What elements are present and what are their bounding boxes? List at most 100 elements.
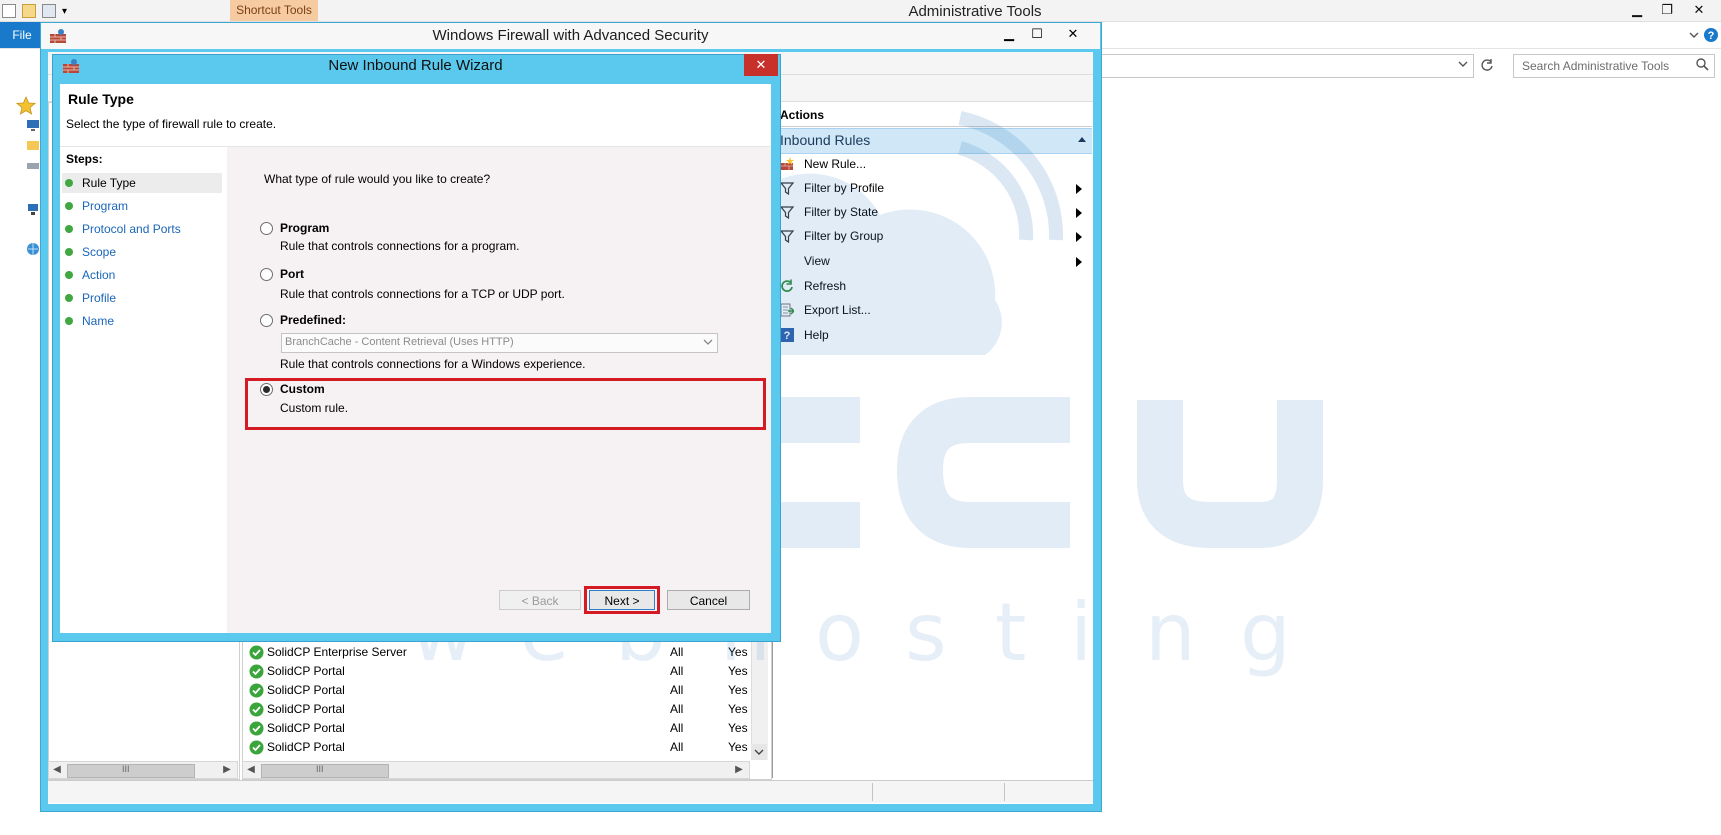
search-icon[interactable] bbox=[1696, 58, 1709, 71]
refresh-icon[interactable] bbox=[1480, 58, 1494, 72]
undo-icon[interactable] bbox=[42, 4, 56, 18]
filter-icon bbox=[780, 206, 794, 219]
address-bar[interactable] bbox=[1095, 54, 1474, 78]
rule-enabled: Yes bbox=[728, 664, 748, 678]
table-row[interactable]: SolidCP Enterprise Server All Yes bbox=[246, 643, 751, 662]
table-row[interactable]: SolidCP Portal All Yes bbox=[246, 719, 751, 738]
table-row[interactable]: SolidCP Portal All Yes bbox=[246, 738, 751, 757]
enabled-check-icon bbox=[249, 702, 264, 717]
step-action[interactable]: Action bbox=[62, 265, 222, 285]
svg-text:?: ? bbox=[1708, 30, 1715, 42]
explorer-close-button[interactable]: ✕ bbox=[1684, 0, 1714, 20]
star-icon[interactable] bbox=[16, 96, 36, 116]
scroll-left-icon[interactable]: ◀ bbox=[49, 762, 65, 778]
action-label: New Rule... bbox=[804, 157, 867, 171]
file-tab[interactable]: File bbox=[0, 22, 44, 48]
svg-text:g: g bbox=[1240, 586, 1291, 679]
firewall-maximize-button[interactable]: ☐ bbox=[1023, 23, 1051, 45]
drive-icon[interactable] bbox=[26, 158, 40, 172]
radio-program[interactable] bbox=[260, 222, 273, 235]
qat-dropdown-icon[interactable]: ▾ bbox=[62, 6, 67, 17]
search-input[interactable]: Search Administrative Tools bbox=[1513, 54, 1715, 78]
next-button-highlight bbox=[584, 586, 660, 614]
rule-profile: All bbox=[670, 721, 684, 735]
action-filter-by-state[interactable]: Filter by State bbox=[776, 201, 1092, 225]
action-refresh[interactable]: Refresh bbox=[776, 275, 1092, 299]
firewall-titlebar: Windows Firewall with Advanced Security … bbox=[41, 23, 1100, 49]
firewall-minimize-button[interactable]: ▁ bbox=[995, 23, 1023, 45]
option-program-title[interactable]: Program bbox=[280, 221, 329, 235]
scroll-right-icon[interactable]: ▶ bbox=[731, 762, 747, 778]
radio-predefined[interactable] bbox=[260, 314, 273, 327]
thumb-grip: III bbox=[122, 764, 130, 774]
wizard-page-title: Rule Type bbox=[68, 91, 134, 107]
option-program-desc: Rule that controls connections for a pro… bbox=[280, 239, 520, 253]
explorer-restore-button[interactable]: ❐ bbox=[1652, 0, 1682, 20]
globe-icon[interactable] bbox=[26, 242, 40, 256]
step-scope[interactable]: Scope bbox=[62, 242, 222, 262]
inbound-rules-section-header[interactable]: Inbound Rules bbox=[776, 128, 1092, 154]
cancel-button[interactable]: Cancel bbox=[667, 590, 750, 610]
chevron-down-icon[interactable] bbox=[703, 339, 713, 346]
help-icon[interactable]: ? bbox=[1703, 27, 1719, 43]
explorer-minimize-button[interactable]: ▁ bbox=[1622, 0, 1652, 20]
radio-port[interactable] bbox=[260, 268, 273, 281]
submenu-arrow-icon bbox=[1076, 232, 1082, 242]
firewall-close-button[interactable]: ✕ bbox=[1053, 23, 1093, 45]
step-profile[interactable]: Profile bbox=[62, 288, 222, 308]
submenu-arrow-icon bbox=[1076, 257, 1082, 267]
option-predefined-desc: Rule that controls connections for a Win… bbox=[280, 357, 586, 371]
new-folder-icon[interactable] bbox=[22, 4, 36, 18]
enabled-check-icon bbox=[249, 721, 264, 736]
step-status-icon bbox=[65, 294, 73, 302]
step-rule-type[interactable]: Rule Type bbox=[62, 173, 222, 193]
network-icon[interactable] bbox=[26, 202, 40, 216]
rule-name: SolidCP Portal bbox=[267, 683, 345, 697]
rule-profile: All bbox=[670, 664, 684, 678]
step-name[interactable]: Name bbox=[62, 311, 222, 331]
folder-icon[interactable] bbox=[26, 138, 40, 152]
action-help[interactable]: ? Help bbox=[776, 324, 1092, 348]
properties-icon[interactable] bbox=[2, 4, 16, 18]
table-row[interactable]: SolidCP Portal All Yes bbox=[246, 662, 751, 681]
action-label: Filter by State bbox=[804, 205, 879, 219]
scrollbar-thumb[interactable]: III bbox=[261, 764, 389, 778]
submenu-arrow-icon bbox=[1076, 184, 1082, 194]
status-bar bbox=[48, 780, 1093, 803]
step-label: Protocol and Ports bbox=[82, 222, 181, 236]
shortcut-tools-tab[interactable]: Shortcut Tools bbox=[230, 0, 318, 21]
scroll-down-button[interactable] bbox=[751, 744, 767, 760]
step-program[interactable]: Program bbox=[62, 196, 222, 216]
step-protocol-and-ports[interactable]: Protocol and Ports bbox=[62, 219, 222, 239]
enabled-check-icon bbox=[249, 683, 264, 698]
action-new-rule[interactable]: New Rule... bbox=[776, 153, 1092, 177]
back-button[interactable]: < Back bbox=[499, 590, 581, 610]
enabled-check-icon bbox=[249, 740, 264, 755]
option-predefined-title[interactable]: Predefined: bbox=[280, 313, 346, 327]
table-row[interactable]: SolidCP Portal All Yes bbox=[246, 681, 751, 700]
predefined-rule-select[interactable]: BranchCache - Content Retrieval (Uses HT… bbox=[281, 333, 718, 353]
search-placeholder: Search Administrative Tools bbox=[1522, 59, 1670, 73]
action-view[interactable]: View bbox=[776, 250, 1092, 274]
action-export-list[interactable]: Export List... bbox=[776, 299, 1092, 323]
explorer-window-title: Administrative Tools bbox=[908, 3, 1042, 20]
enabled-check-icon bbox=[249, 645, 264, 660]
chevron-down-icon[interactable] bbox=[1458, 60, 1468, 68]
scroll-right-icon[interactable]: ▶ bbox=[219, 762, 235, 778]
wizard-close-button[interactable]: ✕ bbox=[744, 54, 778, 76]
collapse-icon[interactable] bbox=[1077, 136, 1087, 143]
table-row[interactable]: SolidCP Portal All Yes bbox=[246, 700, 751, 719]
action-filter-by-profile[interactable]: Filter by Profile bbox=[776, 177, 1092, 201]
action-filter-by-group[interactable]: Filter by Group bbox=[776, 225, 1092, 249]
step-label: Profile bbox=[82, 291, 117, 305]
export-icon bbox=[780, 303, 794, 317]
vertical-scrollbar[interactable] bbox=[751, 642, 768, 760]
predefined-select-value: BranchCache - Content Retrieval (Uses HT… bbox=[285, 336, 514, 348]
list-horizontal-scrollbar[interactable]: ◀ III ▶ bbox=[242, 761, 750, 779]
option-port-title[interactable]: Port bbox=[280, 267, 304, 281]
tree-horizontal-scrollbar[interactable]: ◀ III ▶ bbox=[48, 761, 238, 779]
chevron-down-icon[interactable] bbox=[1688, 29, 1700, 41]
scroll-left-icon[interactable]: ◀ bbox=[243, 762, 259, 778]
scrollbar-thumb[interactable]: III bbox=[67, 764, 195, 778]
desktop-icon[interactable] bbox=[26, 118, 40, 132]
